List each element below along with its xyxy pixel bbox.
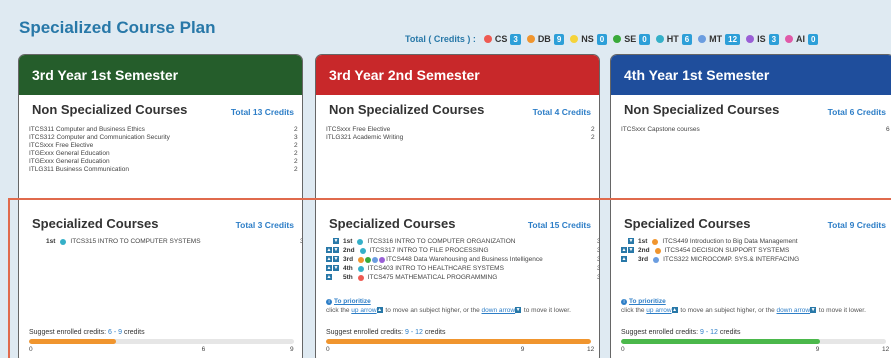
category-code: AI: [796, 34, 806, 44]
list-item: ITCS312 Computer and Communication Secur…: [29, 134, 302, 142]
list-item: ITCSxxx Free Elective 2: [29, 142, 302, 150]
list-item: ITCS311 Computer and Business Ethics 2: [29, 126, 302, 134]
category-dot-icon: [785, 35, 794, 43]
list-item: ITCSxxx Capstone courses 6: [621, 126, 891, 134]
non-specialized-list: ITCSxxx Capstone courses 6: [621, 126, 891, 134]
category-dot-icon: [483, 35, 492, 43]
course-credits: 2: [294, 126, 298, 133]
non-specialized-title: Non Specialized Courses: [32, 102, 188, 117]
course-credits: 2: [294, 150, 298, 157]
total-mt: MT 12: [698, 33, 741, 45]
total-ai: AI 0: [785, 33, 819, 45]
course-name: ITCSxxx Capstone courses: [621, 126, 700, 133]
category-dot-icon: [746, 35, 755, 43]
course-credits: 2: [294, 142, 298, 149]
semester-header: 3rd Year 1st Semester: [19, 55, 302, 95]
course-name: ITCSxxx Free Elective: [29, 142, 94, 149]
course-credits: 2: [591, 126, 595, 133]
total-is: IS 3: [746, 33, 780, 45]
category-dot-icon: [655, 35, 664, 43]
category-dot-icon: [613, 35, 622, 43]
semester-header: 3rd Year 2nd Semester: [316, 55, 599, 95]
category-dot-icon: [698, 35, 707, 43]
specialized-highlight-box: [8, 198, 891, 358]
course-name: ITGExxx General Education: [29, 150, 110, 157]
category-count-badge: 0: [808, 33, 819, 45]
credit-totals: Total ( Credits ) : CS 3 DB 9 NS 0 SE 0 HT 6 MT 12 I…: [405, 32, 824, 46]
total-se: SE 0: [613, 33, 650, 45]
category-count-badge: 0: [639, 33, 650, 45]
category-code: MT: [709, 34, 723, 44]
total-ns: NS 0: [570, 33, 608, 45]
semester-header: 4th Year 1st Semester: [611, 55, 891, 95]
category-count-badge: 3: [510, 33, 521, 45]
category-count-badge: 9: [553, 33, 565, 45]
course-name: ITCS312 Computer and Communication Secur…: [29, 134, 170, 141]
category-count-badge: 0: [596, 33, 608, 45]
page-title: Specialized Course Plan: [19, 18, 216, 37]
non-specialized-title: Non Specialized Courses: [624, 102, 780, 117]
category-dot-icon: [526, 35, 535, 43]
category-code: HT: [666, 34, 679, 44]
non-specialized-list: ITCS311 Computer and Business Ethics 2 ITC…: [29, 126, 302, 174]
course-name: ITCS311 Computer and Business Ethics: [29, 126, 145, 133]
non-specialized-total: Total 13 Credits: [230, 107, 294, 117]
list-item: ITGExxx General Education 2: [29, 158, 302, 166]
category-dot-icon: [570, 35, 579, 43]
totals-label: Total ( Credits ) :: [405, 34, 476, 44]
list-item: ITLG321 Academic Writing 2: [326, 134, 599, 142]
total-ht: HT 6: [655, 33, 693, 45]
category-count-badge: 12: [725, 33, 741, 45]
category-code: IS: [757, 34, 766, 44]
course-credits: 3: [294, 134, 298, 141]
list-item: ITCSxxx Free Elective 2: [326, 126, 599, 134]
non-specialized-list: ITCSxxx Free Elective 2 ITLG321 Academic W…: [326, 126, 599, 142]
list-item: ITLG311 Business Communication 2: [29, 166, 302, 174]
non-specialized-total: Total 4 Credits: [532, 107, 591, 117]
list-item: ITGExxx General Education 2: [29, 150, 302, 158]
course-name: ITCSxxx Free Elective: [326, 126, 391, 133]
category-code: DB: [537, 34, 551, 44]
course-credits: 2: [294, 158, 298, 165]
category-code: CS: [494, 34, 508, 44]
non-specialized-total: Total 6 Credits: [827, 107, 886, 117]
non-specialized-title: Non Specialized Courses: [329, 102, 485, 117]
course-credits: 6: [886, 126, 890, 133]
category-code: NS: [581, 34, 594, 44]
course-name: ITGExxx General Education: [29, 158, 110, 165]
course-credits: 2: [294, 166, 298, 173]
category-count-badge: 6: [681, 33, 693, 45]
category-count-badge: 3: [768, 33, 780, 45]
course-name: ITLG321 Academic Writing: [326, 134, 404, 141]
total-cs: CS 3: [483, 33, 521, 45]
course-name: ITLG311 Business Communication: [29, 166, 129, 173]
total-db: DB 9: [526, 33, 565, 45]
course-credits: 2: [591, 134, 595, 141]
category-code: SE: [624, 34, 637, 44]
